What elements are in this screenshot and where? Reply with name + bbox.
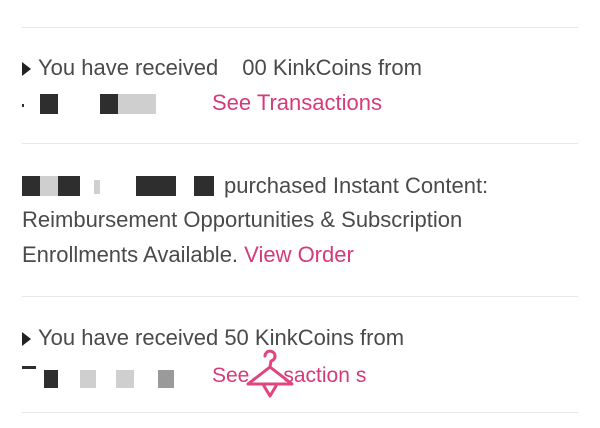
redacted-username: [118, 94, 156, 114]
divider: [22, 412, 578, 413]
redacted-username: [158, 370, 174, 388]
redacted-username: [22, 104, 24, 107]
amount-fragment: 00: [242, 55, 267, 80]
link-fragment: s: [355, 364, 367, 387]
view-order-link[interactable]: View Order: [244, 242, 354, 267]
divider: [22, 143, 578, 144]
redacted-username: [136, 176, 176, 196]
triangle-bullet-icon: [22, 332, 31, 346]
divider: [22, 27, 578, 28]
redacted-username: [80, 370, 96, 388]
purchase-text-line3-content: Enrollments Available.: [22, 242, 239, 267]
redacted-username: [94, 180, 100, 194]
divider: [22, 296, 578, 297]
coins-notification-1: You have received 00 KinkCoins from: [22, 54, 422, 82]
received-text: You have received 50 KinkCoins from: [38, 325, 405, 350]
redacted-username: [116, 370, 134, 388]
triangle-bullet-icon: [22, 62, 31, 76]
purchase-text-line3: Enrollments Available. View Order: [22, 241, 354, 269]
see-transactions-link[interactable]: See Transactions: [212, 89, 382, 117]
purchase-text-line2: Reimbursement Opportunities & Subscripti…: [22, 207, 463, 232]
purchase-text-line1: purchased Instant Content:: [224, 173, 489, 198]
hanger-watermark-icon: [246, 349, 294, 398]
redacted-username: [44, 370, 58, 388]
redacted-username: [58, 176, 80, 196]
redacted-username: [40, 94, 58, 114]
redacted-username: [22, 176, 40, 196]
redacted-username: [40, 176, 58, 196]
redacted-username: [194, 176, 214, 196]
received-text: You have received: [38, 55, 219, 80]
coins-notification-2: You have received 50 KinkCoins from: [22, 324, 404, 352]
redacted-username: [22, 366, 36, 369]
kinkcoins-from-text: KinkCoins from: [272, 55, 422, 80]
redacted-username: [100, 94, 118, 114]
